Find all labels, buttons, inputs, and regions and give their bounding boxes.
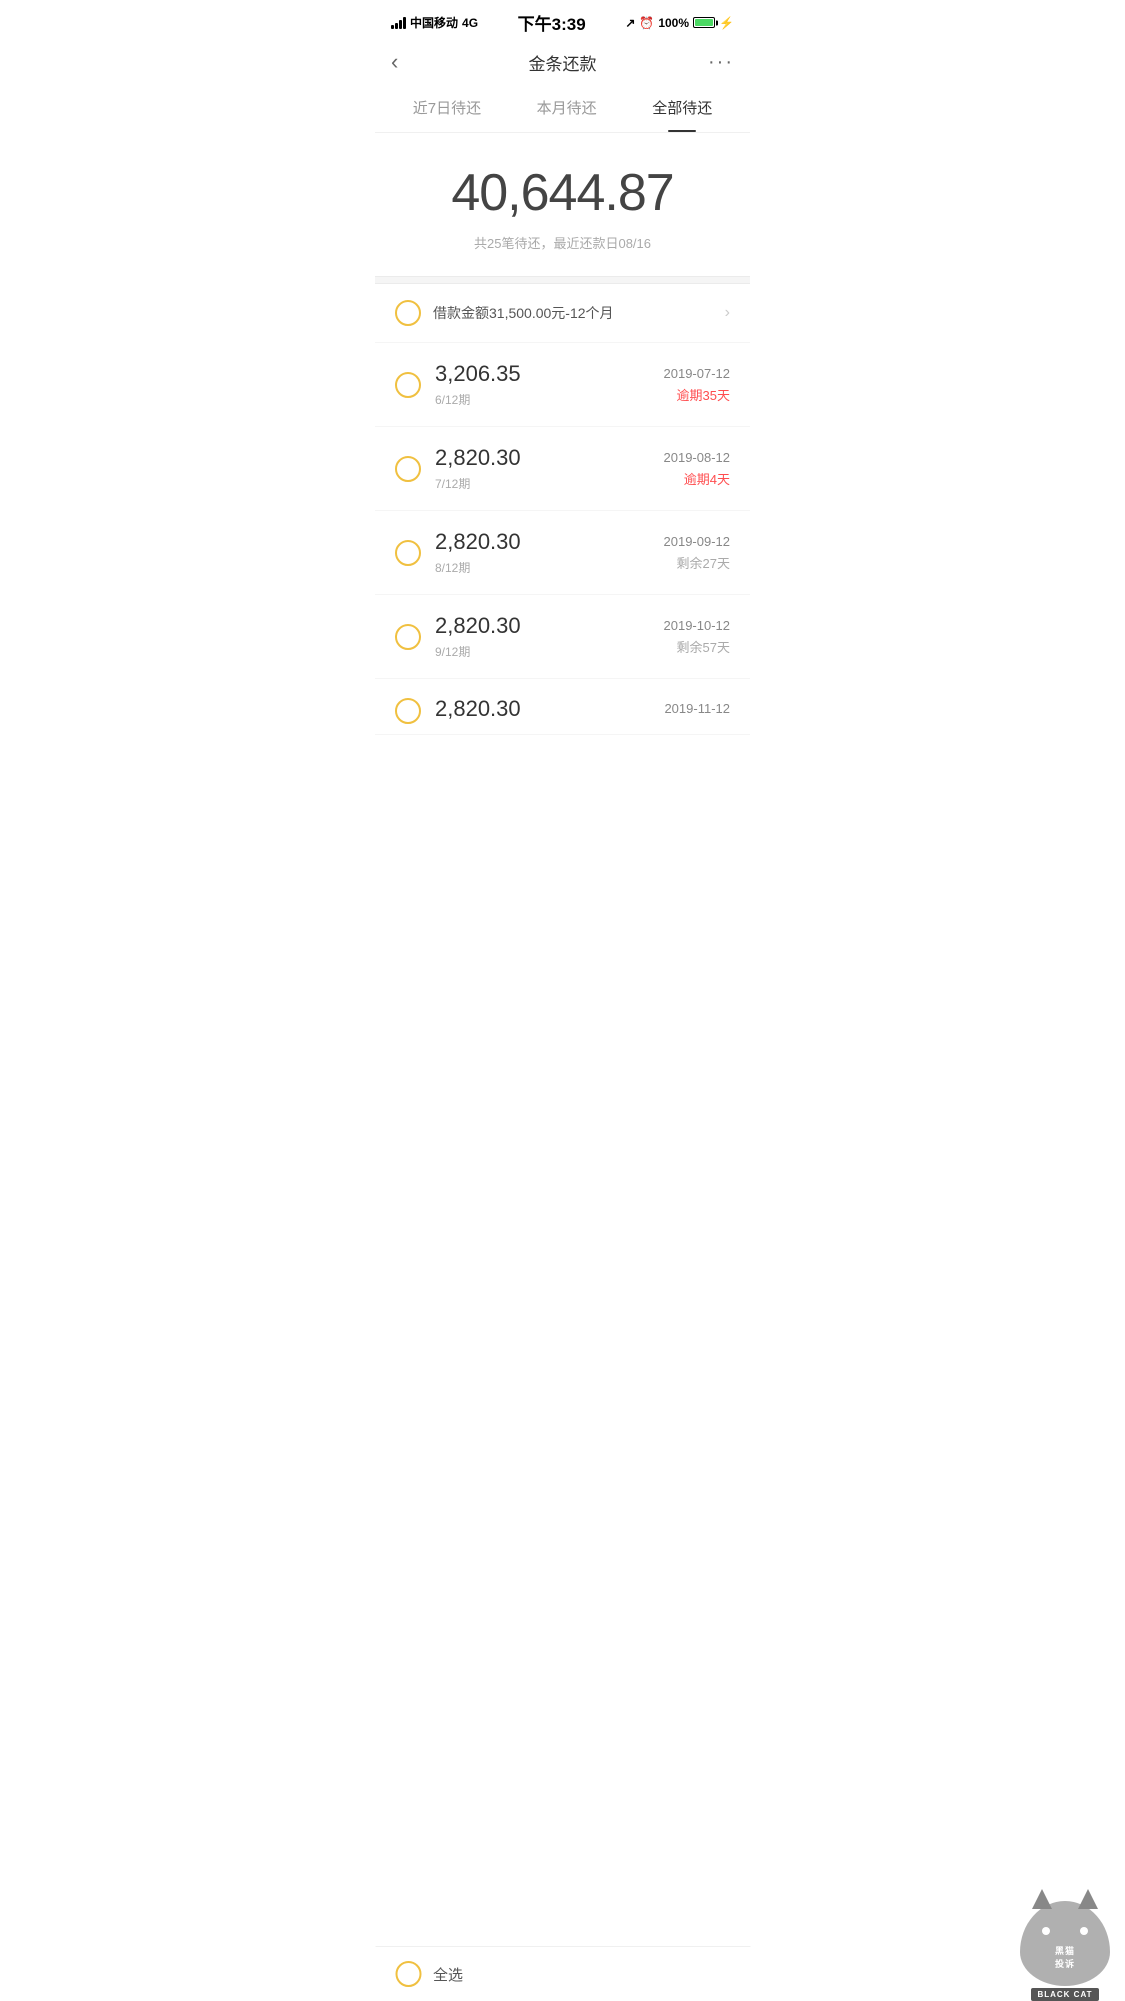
tab-thismonth[interactable]: 本月待还 <box>521 87 613 132</box>
tab-recent7[interactable]: 近7日待还 <box>397 87 497 132</box>
payment-status-3: 剩余57天 <box>664 637 731 656</box>
battery-icon <box>693 17 715 28</box>
payment-info-3: 2,820.30 9/12期 <box>435 613 521 660</box>
loan-header-row[interactable]: 借款金额31,500.00元-12个月 › <box>375 284 750 343</box>
status-left: 中国移动 4G <box>391 14 478 31</box>
amount-subtitle: 共25笔待还，最近还款日08/16 <box>395 233 730 252</box>
payment-date-2: 2019-09-12 <box>664 534 731 549</box>
payment-row[interactable]: 2,820.30 9/12期 2019-10-12 剩余57天 <box>375 595 750 679</box>
payment-period-1: 7/12期 <box>435 475 521 492</box>
payment-amount-4: 2,820.30 <box>435 696 521 722</box>
total-amount: 40,644.87 <box>395 163 730 223</box>
payment-right-2: 2019-09-12 剩余27天 <box>664 534 731 572</box>
select-all-label: 全选 <box>433 1964 463 1985</box>
payment-right-3: 2019-10-12 剩余57天 <box>664 618 731 656</box>
payment-list: 3,206.35 6/12期 2019-07-12 逾期35天 2,820.30… <box>375 343 750 735</box>
location-icon: ↗ <box>625 16 635 30</box>
payment-date-3: 2019-10-12 <box>664 618 731 633</box>
loan-header-left: 借款金额31,500.00元-12个月 <box>395 300 614 326</box>
payment-status-1: 逾期4天 <box>664 469 731 488</box>
payment-right-0: 2019-07-12 逾期35天 <box>664 366 731 404</box>
payment-right-1: 2019-08-12 逾期4天 <box>664 450 731 488</box>
section-divider <box>375 276 750 284</box>
payment-amount-1: 2,820.30 <box>435 445 521 471</box>
payment-row-partial: 2,820.30 2019-11-12 <box>375 679 750 735</box>
payment-checkbox-3[interactable] <box>395 624 421 650</box>
page-title: 金条还款 <box>529 50 597 75</box>
payment-checkbox-2[interactable] <box>395 540 421 566</box>
payment-period-3: 9/12期 <box>435 643 521 660</box>
tab-bar: 近7日待还 本月待还 全部待还 <box>375 87 750 133</box>
cat-eye-left-icon <box>1042 1927 1050 1935</box>
payment-period-2: 8/12期 <box>435 559 521 576</box>
cat-logo: 黑猫投诉 <box>1020 1901 1110 1986</box>
payment-amount-3: 2,820.30 <box>435 613 521 639</box>
payment-row[interactable]: 3,206.35 6/12期 2019-07-12 逾期35天 <box>375 343 750 427</box>
payment-row[interactable]: 2,820.30 7/12期 2019-08-12 逾期4天 <box>375 427 750 511</box>
network-label: 4G <box>462 16 478 30</box>
loan-checkbox[interactable] <box>395 300 421 326</box>
amount-section: 40,644.87 共25笔待还，最近还款日08/16 <box>375 133 750 276</box>
payment-checkbox-4[interactable] <box>395 698 421 724</box>
tab-all[interactable]: 全部待还 <box>636 87 728 132</box>
payment-left-1: 2,820.30 7/12期 <box>395 445 521 492</box>
chevron-right-icon: › <box>725 304 730 322</box>
charging-icon: ⚡ <box>719 16 734 30</box>
payment-left-2: 2,820.30 8/12期 <box>395 529 521 576</box>
payment-checkbox-0[interactable] <box>395 372 421 398</box>
signal-icon <box>391 17 406 29</box>
payment-amount-2: 2,820.30 <box>435 529 521 555</box>
select-all-checkbox[interactable] <box>395 1961 421 1987</box>
payment-date-0: 2019-07-12 <box>664 366 731 381</box>
payment-date-1: 2019-08-12 <box>664 450 731 465</box>
time-label: 下午3:39 <box>518 10 586 35</box>
cat-ear-right-icon <box>1078 1889 1098 1909</box>
battery-percent: 100% <box>658 16 689 30</box>
bottom-bar: 全选 <box>375 1946 750 2001</box>
payment-info-4: 2,820.30 <box>435 696 521 726</box>
black-cat-text: BLACK CAT <box>1031 1988 1098 2001</box>
payment-left-4: 2,820.30 <box>395 696 521 726</box>
black-cat-watermark: 黑猫投诉 BLACK CAT <box>1005 1901 1125 2001</box>
alarm-icon: ⏰ <box>639 16 654 30</box>
back-button[interactable]: ‹ <box>391 49 431 75</box>
carrier-label: 中国移动 <box>410 14 458 31</box>
payment-status-0: 逾期35天 <box>664 385 731 404</box>
status-right: ↗ ⏰ 100% ⚡ <box>625 16 734 30</box>
more-button[interactable]: ··· <box>694 51 734 74</box>
payment-amount-0: 3,206.35 <box>435 361 521 387</box>
payment-date-4: 2019-11-12 <box>664 701 730 716</box>
payment-period-0: 6/12期 <box>435 391 521 408</box>
payment-info-1: 2,820.30 7/12期 <box>435 445 521 492</box>
payment-status-2: 剩余27天 <box>664 553 731 572</box>
payment-checkbox-1[interactable] <box>395 456 421 482</box>
payment-info-2: 2,820.30 8/12期 <box>435 529 521 576</box>
cat-label: 黑猫投诉 <box>1055 1944 1075 1970</box>
payment-right-4: 2019-11-12 <box>664 701 730 720</box>
cat-eye-right-icon <box>1080 1927 1088 1935</box>
cat-ear-left-icon <box>1032 1889 1052 1909</box>
status-bar: 中国移动 4G 下午3:39 ↗ ⏰ 100% ⚡ <box>375 0 750 41</box>
payment-row[interactable]: 2,820.30 8/12期 2019-09-12 剩余27天 <box>375 511 750 595</box>
payment-left-3: 2,820.30 9/12期 <box>395 613 521 660</box>
nav-bar: ‹ 金条还款 ··· <box>375 41 750 87</box>
loan-header-text: 借款金额31,500.00元-12个月 <box>433 303 614 323</box>
payment-left-0: 3,206.35 6/12期 <box>395 361 521 408</box>
payment-info-0: 3,206.35 6/12期 <box>435 361 521 408</box>
